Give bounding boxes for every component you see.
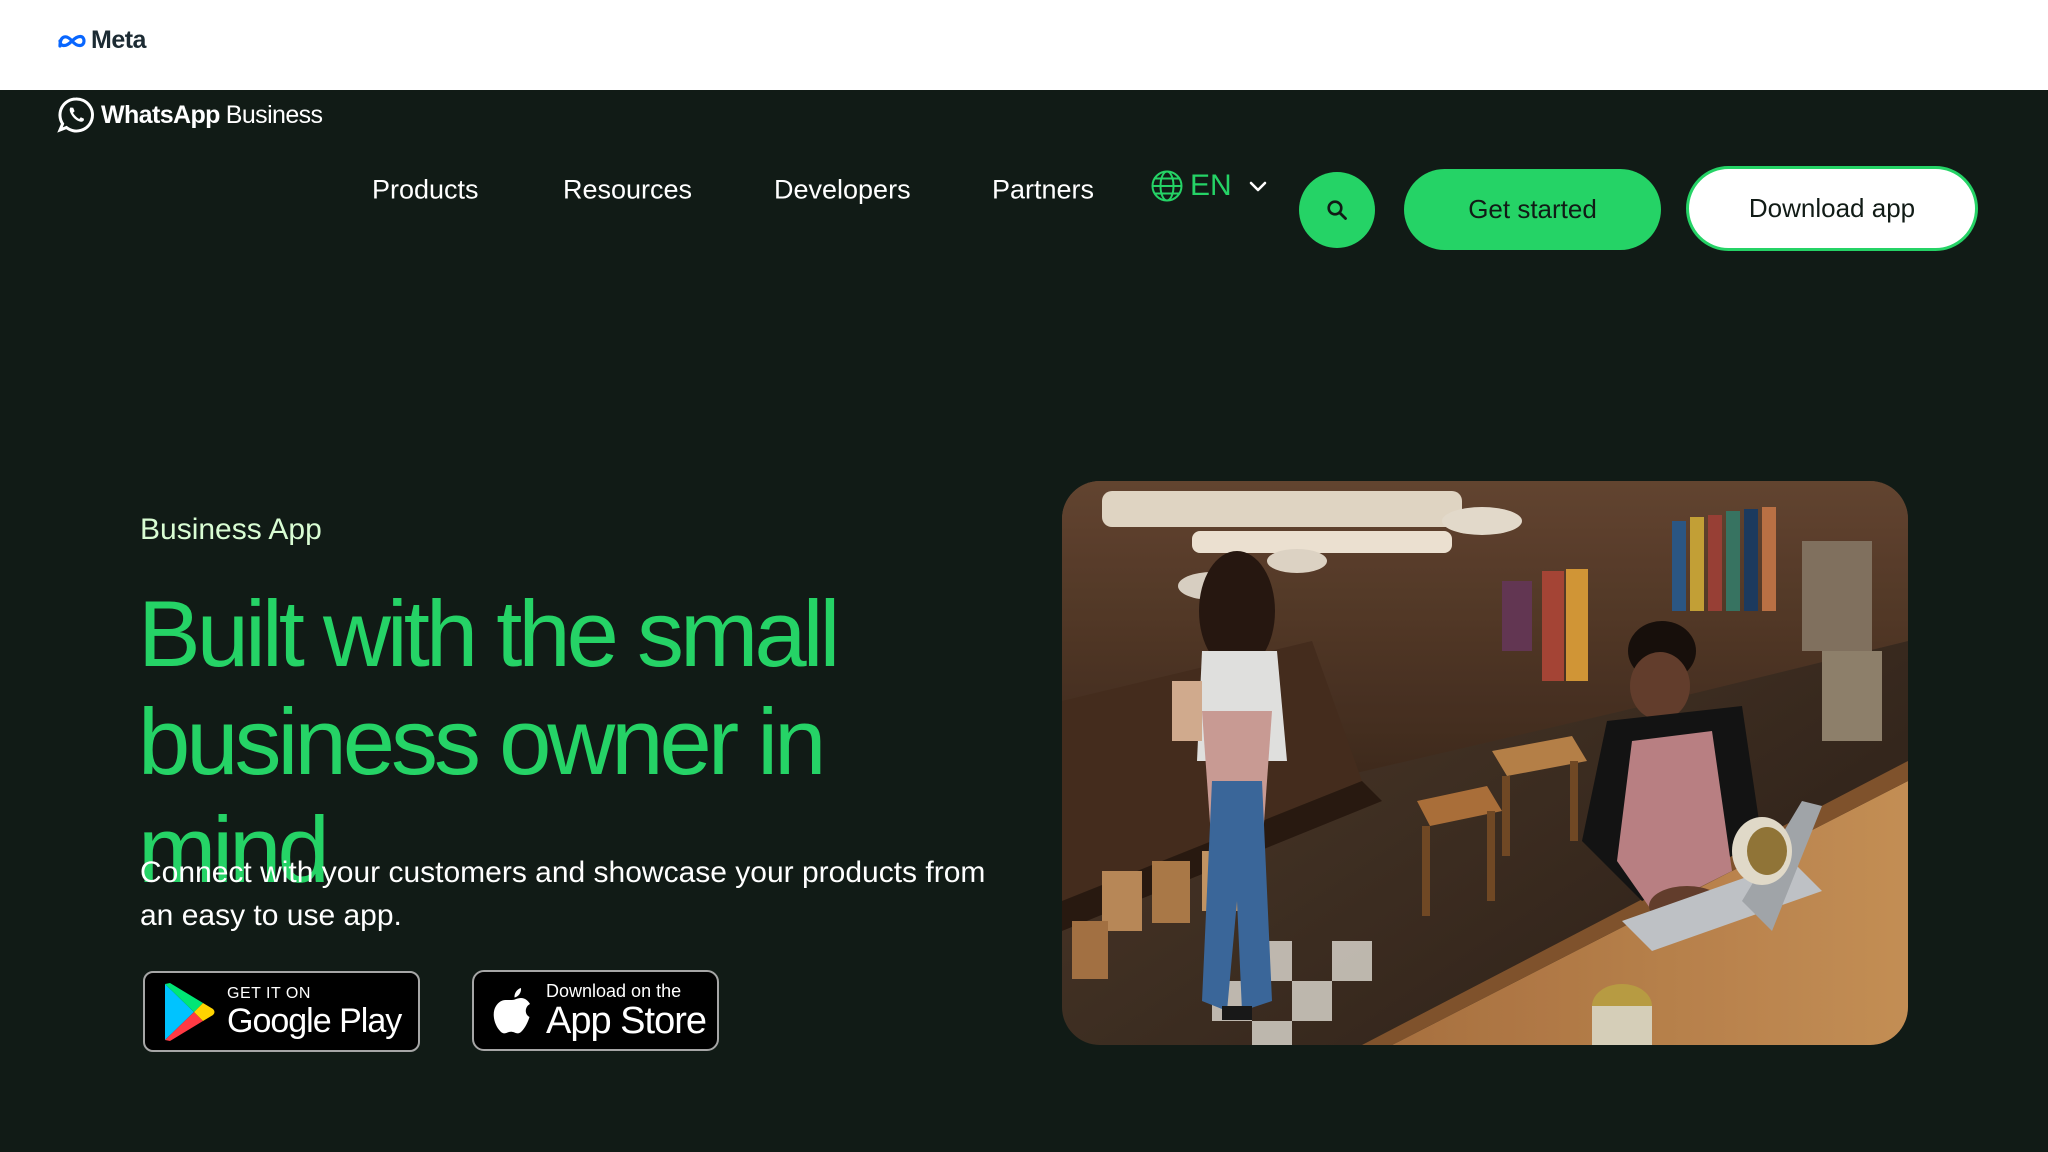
meta-logo-icon [58, 34, 86, 48]
whatsapp-business-logo[interactable]: WhatsApp Business [57, 96, 323, 134]
google-play-badge[interactable]: GET IT ON Google Play [143, 971, 420, 1052]
google-play-big-text: Google Play [227, 1001, 402, 1040]
globe-icon [1151, 170, 1183, 202]
download-app-button[interactable]: Download app [1686, 166, 1978, 251]
logo-text-whatsapp: WhatsApp [101, 100, 220, 129]
chevron-down-icon [1249, 181, 1266, 192]
apple-icon [493, 987, 530, 1033]
search-button[interactable] [1299, 172, 1375, 248]
google-play-icon [165, 982, 215, 1041]
headline-line-1: Built with the small [138, 581, 840, 686]
nav-products[interactable]: Products [372, 175, 479, 206]
app-store-badge[interactable]: Download on the App Store [472, 970, 719, 1051]
hero-image [1062, 481, 1908, 1045]
app-store-big-text: App Store [546, 1000, 707, 1042]
meta-logo[interactable]: Meta [57, 26, 146, 55]
nav-partners[interactable]: Partners [992, 175, 1094, 206]
language-code: EN [1190, 169, 1232, 202]
nav-resources[interactable]: Resources [563, 175, 692, 206]
get-started-button[interactable]: Get started [1404, 169, 1661, 250]
app-store-small-text: Download on the [546, 981, 682, 1001]
search-icon [1327, 200, 1347, 220]
google-play-small-text: GET IT ON [227, 984, 311, 1002]
whatsapp-logo-icon [57, 97, 94, 133]
hero-eyebrow: Business App [140, 513, 322, 546]
nav-developers[interactable]: Developers [774, 175, 911, 206]
hero-subtext: Connect with your customers and showcase… [140, 856, 986, 932]
logo-text-business: Business [225, 100, 323, 129]
meta-brand-text: Meta [91, 26, 146, 54]
language-selector[interactable]: EN [1150, 169, 1270, 203]
meta-top-bar: Meta [0, 0, 2048, 90]
